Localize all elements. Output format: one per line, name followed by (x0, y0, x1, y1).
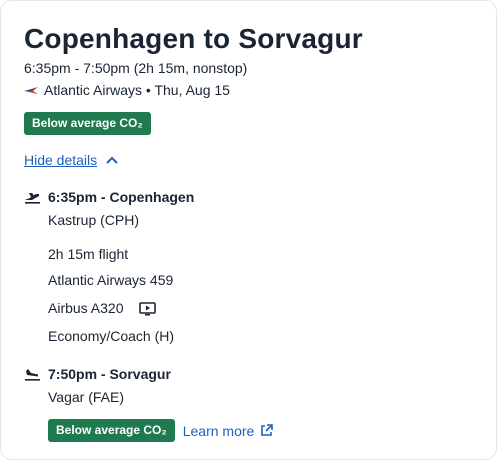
airline-logo-icon (24, 87, 38, 94)
footer-row: Below average CO₂ Learn more (48, 419, 274, 442)
chevron-up-icon[interactable] (106, 156, 118, 164)
hide-details-link[interactable]: Hide details (24, 152, 97, 168)
departure-row: 6:35pm - Copenhagen (24, 189, 194, 205)
flight-number: Atlantic Airways 459 (48, 272, 174, 288)
screen-play-icon (139, 302, 157, 316)
co2-badge: Below average CO₂ (24, 112, 151, 135)
learn-more-label[interactable]: Learn more (183, 423, 255, 439)
departure-time-city: 6:35pm - Copenhagen (48, 189, 195, 205)
plane-landing-icon (25, 369, 40, 381)
arrival-airport: Vagar (FAE) (48, 389, 124, 405)
flight-summary: 6:35pm - 7:50pm (2h 15m, nonstop) (24, 60, 248, 76)
airline-date-line: Atlantic Airways • Thu, Aug 15 (24, 82, 230, 98)
departure-airport: Kastrup (CPH) (48, 212, 140, 228)
page-title: Copenhagen to Sorvagur (24, 23, 363, 54)
external-link-icon[interactable] (260, 424, 274, 437)
plane-takeoff-icon (25, 193, 40, 204)
arrival-row: 7:50pm - Sorvagur (24, 366, 171, 382)
hide-details-toggle[interactable]: Hide details (24, 152, 118, 168)
flight-details-card: Copenhagen to Sorvagur 6:35pm - 7:50pm (… (0, 0, 497, 460)
arrival-time-city: 7:50pm - Sorvagur (48, 366, 171, 382)
aircraft-row: Airbus A320 (48, 300, 157, 316)
cabin-class: Economy/Coach (H) (48, 328, 175, 344)
co2-badge-footer: Below average CO₂ (48, 419, 175, 442)
flight-duration: 2h 15m flight (48, 246, 129, 262)
airline-date-text: Atlantic Airways • Thu, Aug 15 (44, 82, 230, 98)
learn-more-link[interactable]: Learn more (183, 423, 274, 439)
aircraft-type: Airbus A320 (48, 300, 124, 316)
